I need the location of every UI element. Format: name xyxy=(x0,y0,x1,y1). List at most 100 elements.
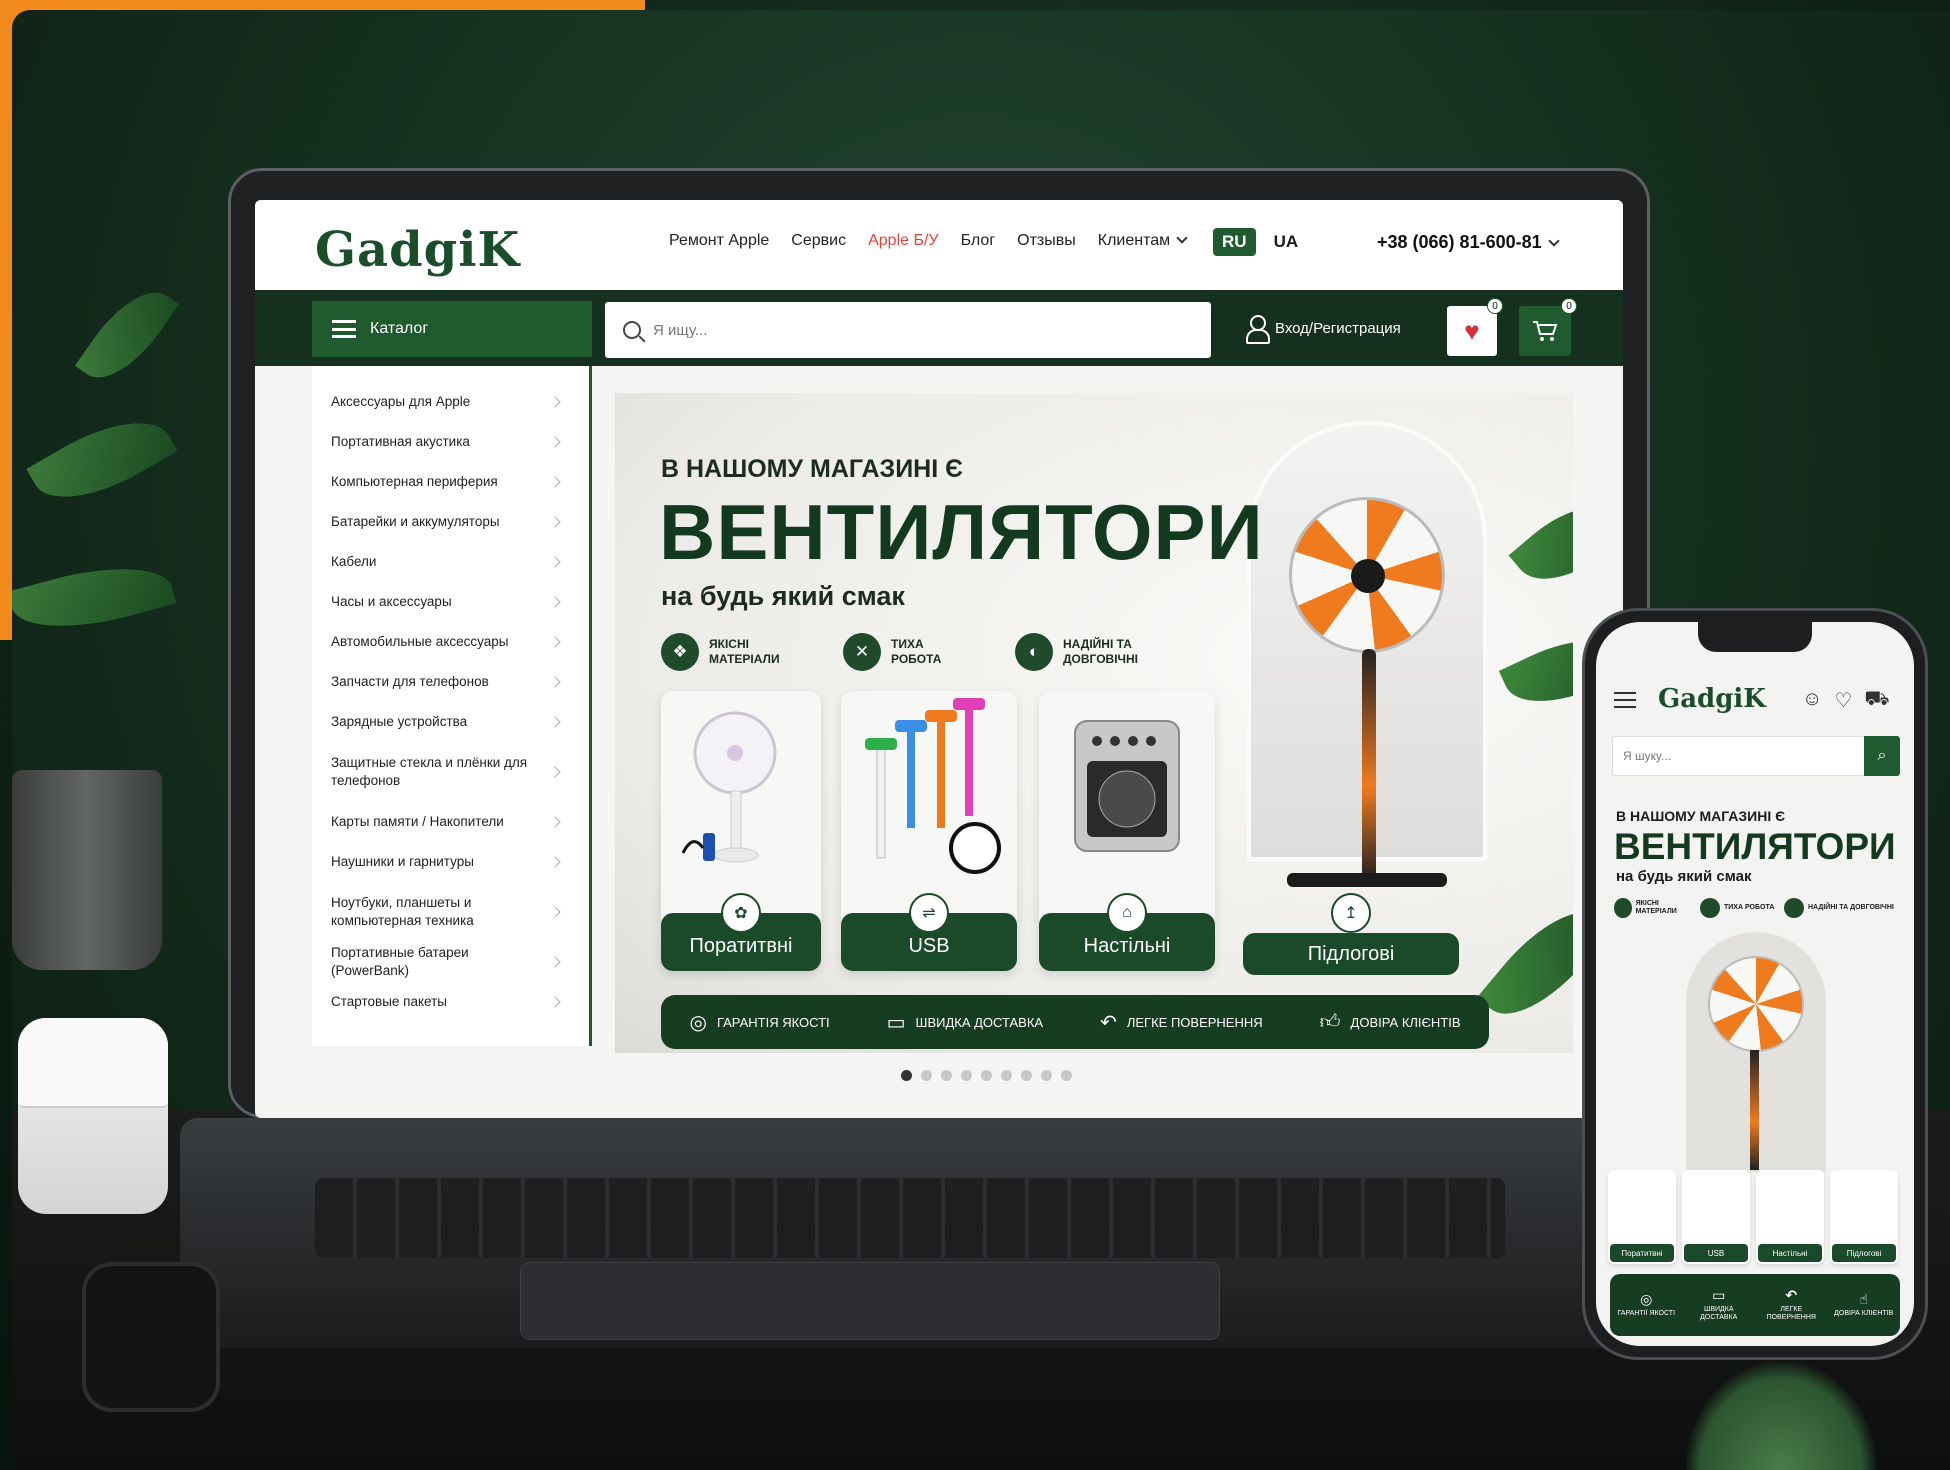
favorites-button[interactable]: ♥ 0 xyxy=(1447,298,1503,356)
mobile-category-label: Підлогові xyxy=(1832,1244,1896,1262)
phone-number[interactable]: +38 (066) 81-600-81 xyxy=(1377,232,1560,253)
mobile-feature: НАДІЙНІ ТА ДОВГОВІЧНІ xyxy=(1784,898,1904,918)
catalog-button[interactable]: Каталог xyxy=(312,301,592,357)
benefit-label: ГАРАНТІЯ ЯКОСТІ xyxy=(716,1014,830,1030)
search-input[interactable]: Я ищу... xyxy=(605,302,1211,358)
fan-hub xyxy=(1351,559,1385,593)
slider-dot[interactable] xyxy=(1041,1070,1052,1081)
mute-icon xyxy=(1700,898,1720,918)
laptop-screen: GadgiK Ремонт Apple Сервис Apple Б/У Бло… xyxy=(255,200,1623,1118)
mobile-fan-image xyxy=(1708,956,1804,1052)
sidebar-item[interactable]: Стартовые пакеты xyxy=(312,982,589,1022)
lang-ua-button[interactable]: UA xyxy=(1274,232,1299,252)
slider-dot[interactable] xyxy=(1001,1070,1012,1081)
benefit-quality: ◎ ГАРАНТІЯ ЯКОСТІ xyxy=(689,1010,829,1035)
nav-link-reviews[interactable]: Отзывы xyxy=(1017,232,1076,250)
usb-icon: ⇌ xyxy=(909,893,949,933)
nav-link-apple-used[interactable]: Apple Б/У xyxy=(868,232,938,250)
feature-line: НАДІЙНІ ТА xyxy=(1063,637,1132,651)
plant-leaf xyxy=(26,399,178,521)
nav-link-clients[interactable]: Клиентам xyxy=(1097,232,1188,250)
portable-fan-image xyxy=(681,711,777,863)
materials-icon xyxy=(1614,898,1632,918)
materials-icon: ❖ xyxy=(661,633,699,671)
mobile-category-card[interactable]: Настільні xyxy=(1756,1170,1824,1264)
mobile-benefit: ☝ ДОВІРА КЛІЄНТІВ xyxy=(1834,1291,1894,1318)
sidebar-item[interactable]: Наушники и гарнитуры xyxy=(312,842,589,882)
sidebar-item[interactable]: Портативные батареи (PowerBank) xyxy=(312,942,589,982)
menu-icon[interactable] xyxy=(1614,692,1636,708)
mobile-feature-label: ТИХА РОБОТА xyxy=(1724,904,1775,912)
floor-fan-icon: ↥ xyxy=(1331,893,1371,933)
feature-line: ТИХА xyxy=(891,637,924,651)
mobile-benefits-bar: ◎ ГАРАНТІЇ ЯКОСТІ ▭ ШВИДКА ДОСТАВКА ↶ ЛЕГКЕ… xyxy=(1610,1274,1900,1336)
slider-dot[interactable] xyxy=(1021,1070,1032,1081)
mobile-search-input[interactable]: Я шукy... xyxy=(1612,736,1898,776)
mobile-benefit: ↶ ЛЕГКЕ ПОВЕРНЕННЯ xyxy=(1761,1287,1821,1323)
mobile-benefit-label: ДОВІРА КЛІЄНТІВ xyxy=(1834,1310,1894,1318)
sidebar-item[interactable]: Ноутбуки, планшеты и компьютерная техник… xyxy=(312,882,589,942)
benefit-label: ШВИДКА ДОСТАВКА xyxy=(915,1014,1044,1030)
sidebar-item[interactable]: Часы и аксессуары xyxy=(312,582,589,622)
category-button-floor[interactable]: Підлогові xyxy=(1243,933,1459,975)
sidebar-item[interactable]: Батарейки и аккумуляторы xyxy=(312,502,589,542)
cart-button[interactable]: 0 xyxy=(1519,298,1577,356)
search-icon xyxy=(623,321,641,339)
nav-link-repair[interactable]: Ремонт Apple xyxy=(669,232,769,250)
plant-pot xyxy=(12,770,162,970)
mobile-category-card[interactable]: USB xyxy=(1682,1170,1750,1264)
sidebar-item[interactable]: Защитные стекла и плёнки для телефонов xyxy=(312,742,589,802)
mobile-category-card[interactable]: Підлогові xyxy=(1830,1170,1898,1264)
slider-dot[interactable] xyxy=(901,1070,912,1081)
slider-dot[interactable] xyxy=(1061,1070,1072,1081)
sidebar-item[interactable]: Зарядные устройства xyxy=(312,702,589,742)
slider-dot[interactable] xyxy=(941,1070,952,1081)
user-icon xyxy=(1245,315,1270,344)
nav-link-clients-label: Клиентам xyxy=(1097,232,1171,249)
mobile-feature: ЯКІСНІ МАТЕРІАЛИ xyxy=(1614,898,1694,918)
login-link[interactable]: Вход/Регистрация xyxy=(1245,315,1401,344)
benefit-trust: 👍︎ ДОВІРА КЛІЄНТІВ xyxy=(1320,1010,1461,1034)
site-header: GadgiK Ремонт Apple Сервис Apple Б/У Бло… xyxy=(255,200,1623,290)
benefit-delivery: ▭ ШВИДКА ДОСТАВКА xyxy=(887,1010,1043,1035)
award-icon: ◎ xyxy=(1640,1291,1653,1308)
sidebar-item[interactable]: Портативная акустика xyxy=(312,422,589,462)
slider-dot[interactable] xyxy=(961,1070,972,1081)
user-icon[interactable]: ☺ xyxy=(1802,688,1822,713)
sidebar-item[interactable]: Кабели xyxy=(312,542,589,582)
slider-dot[interactable] xyxy=(981,1070,992,1081)
sidebar-item[interactable]: Запчасти для телефонов xyxy=(312,662,589,702)
mobile-logo[interactable]: GadgiK xyxy=(1658,684,1766,714)
laptop-keyboard xyxy=(315,1178,1505,1258)
nav-link-service[interactable]: Сервис xyxy=(791,232,846,250)
home-icon: ⌂ xyxy=(1107,893,1147,933)
fan-icon: ✿ xyxy=(721,893,761,933)
lang-ru-button[interactable]: RU xyxy=(1213,228,1256,256)
mobile-category-card[interactable]: Поратитвні xyxy=(1608,1170,1676,1264)
mobile-category-label: Поратитвні xyxy=(1610,1244,1674,1262)
mute-icon: ✕ xyxy=(843,633,881,671)
heart-icon[interactable]: ♡ xyxy=(1834,688,1852,713)
sidebar-item[interactable]: Автомобильные аксессуары xyxy=(312,622,589,662)
sidebar-item[interactable]: Карты памяти / Накопители xyxy=(312,802,589,842)
succulent-plant xyxy=(1686,1362,1876,1470)
feature-line: ДОВГОВІЧНІ xyxy=(1063,652,1138,666)
sidebar-item[interactable]: Аксессуары для Apple xyxy=(312,382,589,422)
mobile-search-button[interactable]: ⌕ xyxy=(1864,736,1900,776)
catalog-sidebar: Аксессуары для Apple Портативная акустик… xyxy=(312,366,592,1046)
mobile-benefit-label: ШВИДКА ДОСТАВКА xyxy=(1700,1306,1738,1322)
thumbs-up-icon: ☝ xyxy=(1859,1291,1869,1308)
hero-banner[interactable]: В НАШОМУ МАГАЗИНІ Є ВЕНТИЛЯТОРИ на будь … xyxy=(615,393,1573,1053)
leaf-decor xyxy=(1477,890,1573,1036)
mobile-category-label: Настільні xyxy=(1758,1244,1822,1262)
nav-link-blog[interactable]: Блог xyxy=(961,232,996,250)
feature-text: ЯКІСНІ МАТЕРІАЛИ xyxy=(709,637,780,667)
phone-notch xyxy=(1698,622,1812,652)
mobile-category-cards: Поратитвні USB Настільні Підлогові xyxy=(1608,1170,1898,1264)
sidebar-item[interactable]: Компьютерная периферия xyxy=(312,462,589,502)
award-icon: ◎ xyxy=(689,1011,707,1034)
mobile-benefit-label: ЛЕГКЕ ПОВЕРНЕННЯ xyxy=(1766,1306,1816,1322)
cart-icon[interactable]: ⛟ xyxy=(1864,688,1889,713)
slider-dot[interactable] xyxy=(921,1070,932,1081)
site-logo[interactable]: GadgiK xyxy=(315,222,520,278)
